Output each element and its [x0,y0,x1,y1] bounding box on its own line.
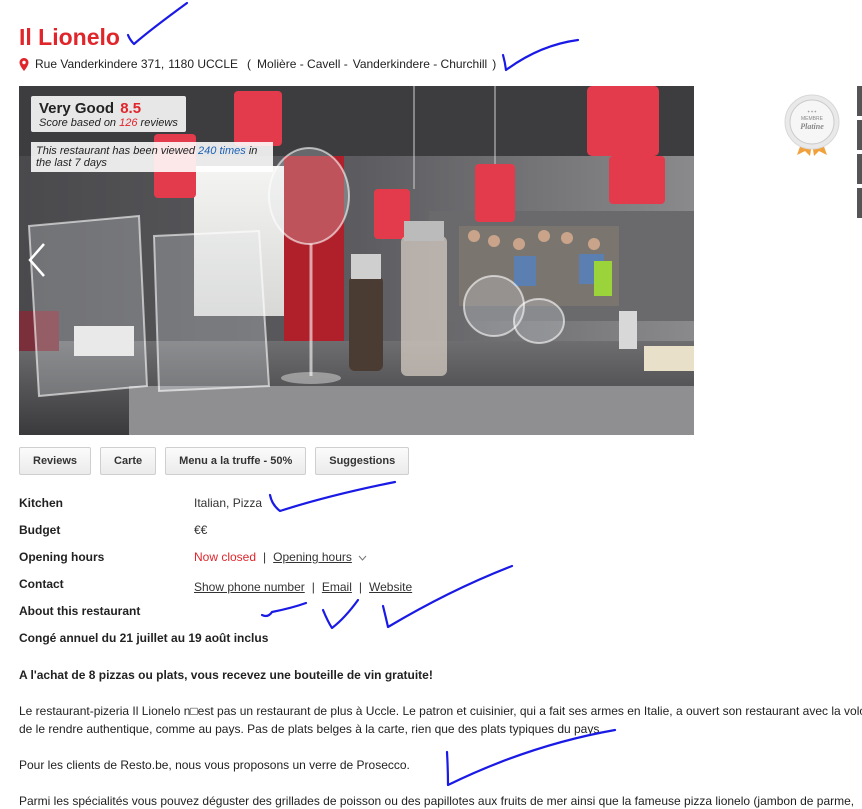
photo-image [19,86,694,435]
areas-close-paren: ) [492,57,497,71]
score-prefix: Score based on [39,117,117,129]
annotation-check-title [126,1,189,46]
views-notice: This restaurant has been viewed 240 time… [31,142,273,172]
address-street: Rue Vanderkindere 371, [35,57,165,71]
opening-hours-link[interactable]: Opening hours [273,550,352,564]
description-line-2: de le rendre authentique, comme au pays.… [19,722,603,736]
show-phone-link[interactable]: Show phone number [194,580,305,594]
kitchen-value: Italian, Pizza [194,496,263,510]
review-count: 126 [119,117,138,129]
area-link-moliere[interactable]: Molière - Cavell - [257,57,348,71]
hours-label: Opening hours [19,550,105,564]
specialties-line: Parmi les spécialités vous pouvez dégust… [19,794,855,808]
views-count: 240 times [198,145,246,157]
annotation-check-phone [260,601,308,618]
badge-line2: Platine [800,122,824,131]
about-label: About this restaurant [19,604,141,618]
platinum-member-badge: ✦✦✦ MEMBRE Platine [784,94,840,156]
email-link[interactable]: Email [322,580,352,594]
location-pin-icon [19,57,29,71]
rating-box: Very Good 8.5 Score based on 126 reviews [31,96,186,132]
closure-notice: Congé annuel du 21 juillet au 19 août in… [19,631,269,645]
hours-status: Now closed [194,550,257,564]
budget-label: Budget [19,523,61,537]
prosecco-offer: Pour les clients de Resto.be, nous vous … [19,758,410,772]
address-line: Rue Vanderkindere 371, 1180 UCCLE ( Moli… [19,57,496,71]
chevron-down-icon[interactable] [358,555,367,561]
section-tabs: Reviews Carte Menu a la truffe - 50% Sug… [19,447,410,475]
kitchen-label: Kitchen [19,496,64,510]
views-prefix: This restaurant has been viewed [36,145,195,157]
svg-text:✦✦✦: ✦✦✦ [807,109,818,114]
annotation-check-website [381,564,514,629]
tab-suggestions[interactable]: Suggestions [315,447,410,475]
contact-row: Show phone number | Email | Website [194,580,413,594]
views-suffix-1: in [248,145,258,157]
contact-label: Contact [19,577,64,591]
rating-label: Very Good [39,100,115,117]
restaurant-title: Il Lionelo [19,24,120,50]
rating-value: 8.5 [120,100,142,117]
tab-reviews[interactable]: Reviews [19,447,92,475]
area-link-vanderkindere[interactable]: Vanderkindere - Churchill [353,57,488,71]
score-suffix: reviews [140,117,178,129]
promo-notice: A l'achat de 8 pizzas ou plats, vous rec… [19,668,433,682]
website-link[interactable]: Website [369,580,412,594]
annotation-check-address [501,38,580,72]
description-line-1: Le restaurant-pizeria Il Lionelo n□est p… [19,704,862,718]
restaurant-photo[interactable]: Very Good 8.5 Score based on 126 reviews… [19,86,694,435]
tab-menu-truffe[interactable]: Menu a la truffe - 50% [165,447,307,475]
annotation-check-description [445,728,617,787]
hours-row: Now closed | Opening hours [194,550,367,564]
areas-open-paren: ( [247,57,252,71]
budget-value: €€ [194,523,208,537]
annotation-check-email [321,598,360,630]
tab-carte[interactable]: Carte [100,447,157,475]
address-city: 1180 UCCLE [168,57,239,71]
side-tabs[interactable] [857,86,862,222]
annotation-check-kitchen [268,480,397,513]
views-suffix-2: the last 7 days [36,157,107,169]
chevron-left-icon[interactable] [27,242,47,278]
